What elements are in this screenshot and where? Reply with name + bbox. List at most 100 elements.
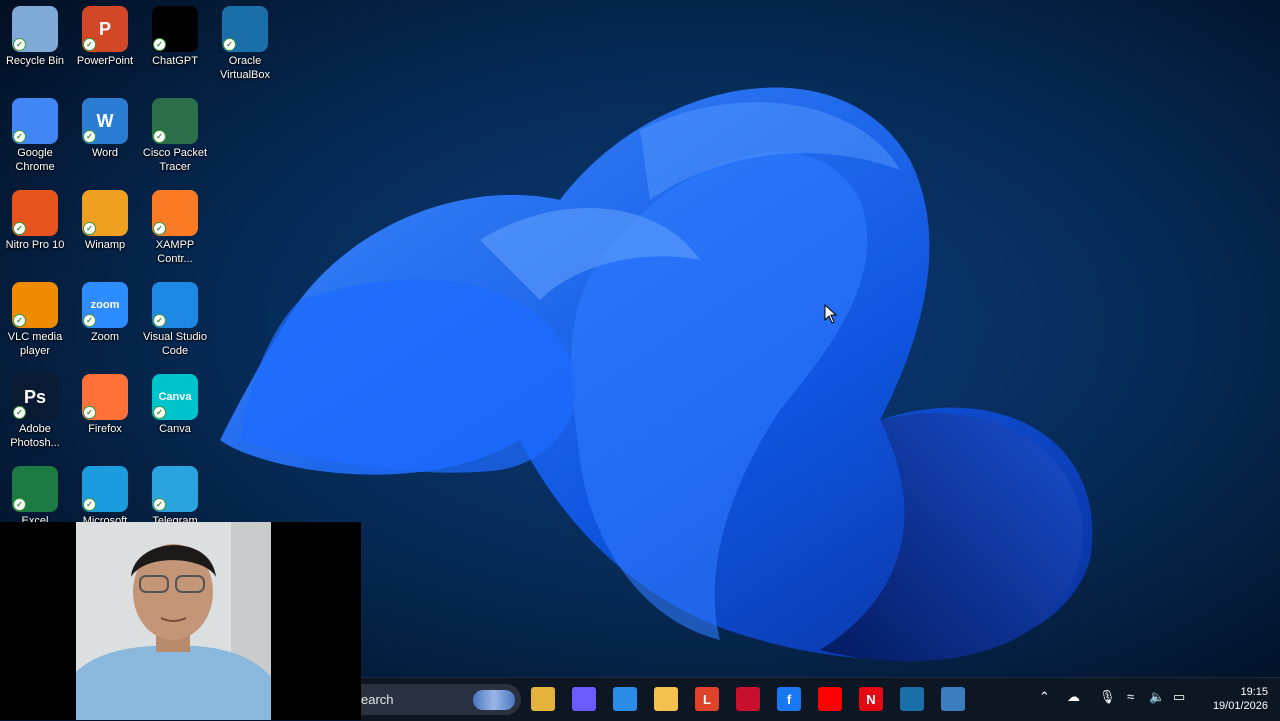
taskbar-search-box[interactable]: earch [361,684,521,715]
desktop-icon-chrome[interactable]: ✓ Google Chrome [0,98,70,174]
telegram-icon: ✓ [152,466,198,512]
onedrive-cloud-icon[interactable]: ☁ [1067,689,1080,705]
system-clock[interactable]: 19:15 19/01/2026 [1213,685,1268,713]
desktop-icon-label: Zoom [90,331,120,343]
desktop-icon-label: Canva [159,423,191,435]
l-app-icon[interactable]: L [695,687,719,711]
desktop-icon-label: Recycle Bin [5,55,65,67]
desktop-icon-label: ChatGPT [152,55,198,67]
winamp-icon: ✓ [82,190,128,236]
battery-icon[interactable]: ▭ [1173,689,1185,705]
sync-status-check-icon: ✓ [13,38,26,51]
desktop-icon-label: XAMPP Contr... [155,239,195,265]
vscode-icon: ✓ [152,282,198,328]
desktop-icon-vlc[interactable]: ✓ VLC media player [0,282,70,358]
sync-status-check-icon: ✓ [13,314,26,327]
sync-status-check-icon: ✓ [13,130,26,143]
youtube-icon[interactable] [818,687,842,711]
sync-status-check-icon: ✓ [83,314,96,327]
desktop-icon-telegram[interactable]: ✓ Telegram [140,466,210,528]
desktop-icon-label: Nitro Pro 10 [5,239,65,251]
clock-time: 19:15 [1240,686,1268,698]
sync-status-check-icon: ✓ [83,222,96,235]
desktop-icon-zoom[interactable]: zoom ✓ Zoom [70,282,140,344]
desktop-icon-photoshop[interactable]: Ps ✓ Adobe Photosh... [0,374,70,450]
virtualbox-taskbar-icon[interactable] [900,687,924,711]
desktop-icon-packet-tracer[interactable]: ✓ Cisco Packet Tracer [140,98,210,174]
desktop-icon-label: PowerPoint [76,55,134,67]
desktop-icon-label: Visual Studio Code [142,331,207,357]
edge-icon: ✓ [82,466,128,512]
virtualbox-icon: ✓ [222,6,268,52]
desktop-icon-word[interactable]: W ✓ Word [70,98,140,160]
sync-status-check-icon: ✓ [153,130,166,143]
sync-status-check-icon: ✓ [83,406,96,419]
nitro-icon: ✓ [12,190,58,236]
powerpoint-icon: P ✓ [82,6,128,52]
desktop-icon-label: Winamp [84,239,126,251]
mouse-cursor-icon [824,304,838,324]
sync-status-check-icon: ✓ [83,38,96,51]
desktop-icon-recycle-bin[interactable]: ✓ Recycle Bin [0,6,70,68]
desktop-icon-nitro[interactable]: ✓ Nitro Pro 10 [0,190,70,252]
photoshop-icon: Ps ✓ [12,374,58,420]
presenter-image [76,522,271,720]
desktop-icon-excel[interactable]: ✓ Excel [0,466,70,528]
sync-status-check-icon: ✓ [153,222,166,235]
sync-status-check-icon: ✓ [153,38,166,51]
mcafee-icon[interactable] [736,687,760,711]
packet-tracer-taskbar-icon[interactable] [941,687,965,711]
search-box-text: earch [361,692,394,707]
xampp-icon: ✓ [152,190,198,236]
vlc-icon: ✓ [12,282,58,328]
recycle-bin-icon: ✓ [12,6,58,52]
desktop-icon-winamp[interactable]: ✓ Winamp [70,190,140,252]
desktop-icon-label: Firefox [88,423,122,435]
packet-tracer-icon: ✓ [152,98,198,144]
folder-icon[interactable] [654,687,678,711]
excel-icon: ✓ [12,466,58,512]
word-icon: W ✓ [82,98,128,144]
desktop-icon-label: VLC media player [7,331,63,357]
search-highlight-icon [473,690,515,710]
sync-status-check-icon: ✓ [13,498,26,511]
desktop-icon-powerpoint[interactable]: P ✓ PowerPoint [70,6,140,68]
webcam-overlay [0,522,361,720]
chatgpt-icon: ✓ [152,6,198,52]
desktop-icon-label: Adobe Photosh... [10,423,60,449]
desktop-icon-edge[interactable]: ✓ Microsoft [70,466,140,528]
desktop-icon-xampp[interactable]: ✓ XAMPP Contr... [140,190,210,266]
desktop-icon-label: Oracle VirtualBox [220,55,270,81]
desktop-icon-label: Google Chrome [15,147,55,173]
copilot-icon[interactable] [572,687,596,711]
netflix-icon[interactable]: N [859,687,883,711]
taskbar: earch Lf N ⌃ ☁ 🎙 ≈ 🔈 ▭ 19:15 19/01/2026 [361,677,1280,721]
desktop-icon-chatgpt[interactable]: ✓ ChatGPT [140,6,210,68]
sync-status-check-icon: ✓ [223,38,236,51]
desktop-icon-vscode[interactable]: ✓ Visual Studio Code [140,282,210,358]
desktop-icon-firefox[interactable]: ✓ Firefox [70,374,140,436]
desktop-icon-virtualbox[interactable]: ✓ Oracle VirtualBox [210,6,280,82]
sync-status-check-icon: ✓ [153,314,166,327]
sync-status-check-icon: ✓ [13,222,26,235]
sync-status-check-icon: ✓ [153,498,166,511]
firefox-icon: ✓ [82,374,128,420]
chrome-icon: ✓ [12,98,58,144]
store-icon[interactable] [613,687,637,711]
facebook-icon[interactable]: f [777,687,801,711]
wifi-icon[interactable]: ≈ [1127,689,1134,704]
sync-status-check-icon: ✓ [13,406,26,419]
canva-icon: Canva ✓ [152,374,198,420]
sync-status-check-icon: ✓ [153,406,166,419]
sync-status-check-icon: ✓ [83,130,96,143]
desktop-icon-canva[interactable]: Canva ✓ Canva [140,374,210,436]
desktop-icon-label: Cisco Packet Tracer [142,147,208,173]
clock-date: 19/01/2026 [1212,700,1268,712]
volume-icon[interactable]: 🔈 [1149,689,1165,705]
show-hidden-icons-chevron-icon[interactable]: ⌃ [1039,689,1050,705]
microphone-icon[interactable]: 🎙 [1099,689,1116,705]
webcam-video [76,522,271,720]
desktop-icon-label: Word [91,147,119,159]
file-explorer-icon[interactable] [531,687,555,711]
zoom-icon: zoom ✓ [82,282,128,328]
